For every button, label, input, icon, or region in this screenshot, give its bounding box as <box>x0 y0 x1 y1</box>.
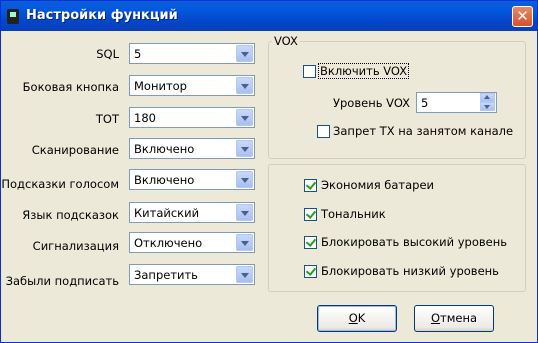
side-key-value: Монитор <box>134 79 187 93</box>
cancel-label-rest: тмена <box>440 311 478 325</box>
vox-level-value: 5 <box>421 96 429 110</box>
cancel-button[interactable]: Отмена <box>414 305 494 332</box>
side-key-select[interactable]: Монитор <box>129 75 255 96</box>
tot-label: TOT <box>95 112 119 126</box>
title-bar[interactable]: Настройки функций ✕ <box>1 1 537 31</box>
busy-tx-block-checkbox[interactable] <box>317 125 330 138</box>
voice-prompt-label: Подсказки голосом <box>1 177 119 191</box>
scan-select[interactable]: Включено <box>129 138 255 159</box>
chevron-down-icon[interactable] <box>236 266 253 283</box>
scan-value: Включено <box>134 142 195 156</box>
busy-tx-block-label[interactable]: Запрет TX на занятом канале <box>333 124 513 138</box>
cancel-mnemonic: О <box>430 311 441 325</box>
forgot-sign-label: Забыли подписать <box>5 274 119 288</box>
chevron-down-icon[interactable] <box>236 109 253 126</box>
chevron-down-icon[interactable] <box>236 171 253 188</box>
prompt-language-value: Китайский <box>134 206 200 220</box>
sql-select[interactable]: 5 <box>129 43 255 64</box>
settings-dialog: Настройки функций ✕ SQL 5 Боковая кнопка… <box>0 0 538 343</box>
sql-label: SQL <box>96 47 119 61</box>
tone-label[interactable]: Тональник <box>321 207 386 221</box>
alarm-label: Сигнализация <box>32 239 119 253</box>
ok-mnemonic: O <box>348 311 358 325</box>
chevron-down-icon[interactable] <box>236 77 253 94</box>
chevron-down-icon[interactable] <box>236 234 253 251</box>
block-high-level-label[interactable]: Блокировать высокий уровень <box>321 235 507 249</box>
tot-value: 180 <box>134 111 156 125</box>
block-low-level-label[interactable]: Блокировать низкий уровень <box>321 264 499 278</box>
vox-level-spinner[interactable]: 5 <box>416 92 497 113</box>
battery-save-label[interactable]: Экономия батареи <box>321 178 434 192</box>
ok-label-rest: K <box>357 311 366 325</box>
spin-up-icon[interactable] <box>480 93 495 102</box>
forgot-sign-select[interactable]: Запретить <box>129 264 255 285</box>
tone-checkbox[interactable] <box>304 208 317 221</box>
alarm-select[interactable]: Отключено <box>129 232 255 253</box>
prompt-language-label: Язык подсказок <box>22 208 119 222</box>
forgot-sign-value: Запретить <box>134 268 198 282</box>
prompt-language-select[interactable]: Китайский <box>129 202 255 223</box>
vox-enable-checkbox[interactable] <box>303 65 316 78</box>
scan-label: Сканирование <box>31 143 119 157</box>
voice-prompt-value: Включено <box>134 173 195 187</box>
side-key-label: Боковая кнопка <box>22 80 119 94</box>
sql-value: 5 <box>134 47 142 61</box>
block-high-level-checkbox[interactable] <box>304 236 317 249</box>
block-low-level-checkbox[interactable] <box>304 265 317 278</box>
voice-prompt-select[interactable]: Включено <box>129 169 255 190</box>
chevron-down-icon[interactable] <box>236 140 253 157</box>
close-button[interactable]: ✕ <box>512 6 533 27</box>
spin-down-icon[interactable] <box>480 102 495 111</box>
vox-enable-label[interactable]: Включить VOX <box>317 63 410 79</box>
vox-level-label: Уровень VOX <box>333 96 411 110</box>
radio-app-icon <box>7 9 19 24</box>
window-title: Настройки функций <box>26 8 178 23</box>
tot-select[interactable]: 180 <box>129 107 255 128</box>
ok-button[interactable]: OK <box>317 305 397 332</box>
alarm-value: Отключено <box>134 236 203 250</box>
chevron-down-icon[interactable] <box>236 45 253 62</box>
vox-group-title: VOX <box>272 34 300 48</box>
chevron-down-icon[interactable] <box>236 204 253 221</box>
battery-save-checkbox[interactable] <box>304 179 317 192</box>
